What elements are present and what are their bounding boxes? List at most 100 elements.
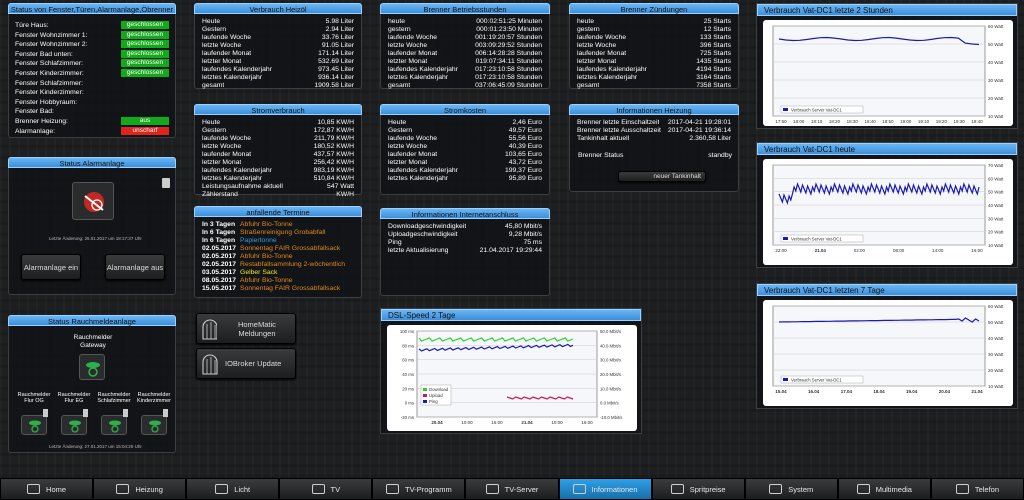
dsl-panel: DSL-Speed 2 Tage 100 ms 50.0 Mbit/s 80 ms 4… (380, 308, 642, 434)
ignitions-value: 396 Starts (700, 42, 731, 49)
oil-value: 33.76 Liter (321, 34, 354, 41)
event-row: 02.05.2017 Restabfallsammlung 2-wöchentli… (202, 261, 354, 269)
heating-label: Tankinhalt aktuell (577, 135, 630, 142)
y-tick-label: 20 Watt (988, 368, 1004, 373)
hours-label: letzter Monat (388, 58, 428, 65)
heating-row: Brenner letzte Einschaltzeit 2017-04-21 1… (577, 119, 731, 127)
nav-tab-tv-programm[interactable]: TV-Programm (372, 478, 466, 500)
ignitions-label: letzter Monat (577, 58, 617, 65)
hours-value: 000:01:23:50 Minuten (476, 26, 542, 33)
nav-tab-heizung[interactable]: Heizung (93, 478, 187, 500)
oil-label: gesamt (202, 82, 225, 89)
nav-icon (572, 484, 586, 494)
status-label: Türe Haus: (15, 22, 49, 29)
x-tick-label: 18:50 (882, 119, 894, 124)
nav-tab-tv[interactable]: TV (279, 478, 373, 500)
hours-row: letzte Woche 003:09:29:52 Stunden (388, 42, 542, 50)
event-row: 02.05.2017 Sonnentag FAIR Grossabfallsack (202, 245, 354, 253)
alarm-icon[interactable] (72, 182, 114, 220)
dome-icon (202, 353, 218, 375)
cost-row: Gestern 49,57 Euro (388, 127, 542, 135)
legend-swatch (783, 237, 788, 240)
y-tick-label: 30 Watt (988, 352, 1004, 357)
power-row: Zählerstand KW/H (202, 191, 354, 199)
smoke-sensor-label: Rauchmelder Kinderzimmer (137, 392, 171, 404)
vat2-title: Verbrauch Vat-DC1 heute (757, 143, 1017, 155)
hours-value: 017:23:10:58 Stunden (475, 74, 542, 81)
status-row: Fenster Schlafzimmer: geschlossen (15, 59, 169, 69)
cost-value: 199,37 Euro (504, 167, 542, 174)
cost-title: Stromkosten (380, 104, 550, 115)
event-text: Sonnentag FAIR Grossabfallsack (240, 245, 341, 252)
alarm-on-button[interactable]: Alarmanlage ein (21, 254, 81, 280)
x-tick-label: 18:30 (847, 119, 859, 124)
y-tick-label: 30 Watt (988, 216, 1004, 221)
oil-panel: Verbrauch Heizöl Heute 5.98 Liter Gestern 2… (194, 3, 362, 89)
vat1-panel: Verbrauch Vat-DC1 letzte 2 Stunden 60 Wa… (756, 3, 1018, 129)
nav-tab-telefon[interactable]: Telefon (930, 478, 1024, 500)
hours-value: 003:09:29:52 Stunden (475, 42, 542, 49)
nav-tab-multimedia[interactable]: Multimedia (837, 478, 931, 500)
internet-panel: Informationen Internetanschluss Download… (380, 208, 550, 296)
nav-tab-tv-server[interactable]: TV-Server (465, 478, 559, 500)
hours-label: laufender Monat (388, 50, 438, 57)
smoke-sensor-icon[interactable] (61, 415, 87, 435)
smoke-sensor-icon[interactable] (101, 415, 127, 435)
hours-label: gesamt (388, 82, 411, 89)
nav-icon (670, 484, 684, 494)
status-badge: geschlossen (121, 30, 169, 39)
event-date: 02.05.2017 (202, 261, 237, 268)
smoke-sensor-label: Rauchmelder Flur EG (57, 392, 91, 404)
y-tick-label: 0 ms (405, 401, 414, 406)
nav-tab-system[interactable]: System (744, 478, 838, 500)
alarm-off-button[interactable]: Alarmanlage aus (105, 254, 165, 280)
power-panel: Stromverbrauch Heute 10,85 KW/H Gestern 172… (194, 104, 362, 198)
event-text: Gelber Sack (240, 269, 278, 276)
smoke-gateway-label: Rauchmelder Gateway (73, 334, 113, 349)
ignitions-title: Brenner Zündungen (569, 3, 739, 14)
nav-tab-informationen[interactable]: Informationen (558, 478, 652, 500)
vat3-panel: Verbrauch Vat-DC1 letzten 7 Tage 60 Watt… (756, 283, 1018, 409)
hours-label: laufende Woche (388, 34, 437, 41)
y-tick-label: 50 Watt (988, 42, 1004, 47)
cost-row: laufender Monat 103,65 Euro (388, 151, 542, 159)
y-tick-label: 80 ms (402, 343, 414, 348)
link-button[interactable]: IOBroker Update (196, 348, 296, 379)
heating-status-value: standby (708, 152, 732, 159)
event-date: 08.05.2017 (202, 277, 237, 284)
y-tick-label: 50.0 Mbit/s (600, 329, 621, 334)
legend-label: Verbrauch Server Vat-DC1 (791, 108, 842, 113)
status-row: Fenster Wohnzimmer 2: geschlossen (15, 40, 169, 50)
smoke-sensor-icon[interactable] (21, 415, 47, 435)
link-button[interactable]: HomeMatic Meldungen (196, 313, 296, 344)
oil-label: laufende Woche (202, 34, 251, 41)
nav-tab-spritpreise[interactable]: Spritpreise (651, 478, 745, 500)
nav-label: System (788, 484, 814, 494)
heating-label: Brenner letzte Einschaltzeit (577, 119, 660, 126)
smoke-sensor-icon[interactable] (141, 415, 167, 435)
y-tick-label: 50 Watt (988, 190, 1004, 195)
nav-tab-home[interactable]: Home (0, 478, 94, 500)
new-tank-button[interactable]: neuer Tankinhalt (618, 171, 706, 182)
power-row: Leistungsaufnahme aktuell 547 Watt (202, 183, 354, 191)
ignitions-value: 133 Starts (700, 34, 731, 41)
oil-value: 91.05 Liter (321, 42, 354, 49)
cost-label: Gestern (388, 127, 413, 134)
cost-row: laufende Woche 55,56 Euro (388, 135, 542, 143)
nav-tab-licht[interactable]: Licht (186, 478, 280, 500)
alarm-mini-icon[interactable] (162, 178, 170, 188)
power-row: Heute 10,85 KW/H (202, 119, 354, 127)
heating-status-row: Brenner Status standby (578, 152, 732, 160)
y-tick-label: 0.0 Mbit/s (600, 401, 619, 406)
nav-label: TV (330, 484, 341, 494)
x-tick-label: 21.04 (971, 389, 983, 394)
status-badge (121, 107, 169, 115)
hours-row: heute 000:02:51:25 Minuten (388, 18, 542, 26)
legend-label: Verbrauch Server Vat-DC1 (791, 378, 842, 383)
oil-value: 1909.58 Liter (314, 82, 354, 89)
smoke-gateway-icon[interactable] (79, 354, 105, 380)
event-text: Abfuhr Bio-Tonne (240, 221, 293, 228)
cost-row: Heute 2,46 Euro (388, 119, 542, 127)
y-tick-label: 10 Watt (988, 384, 1004, 389)
power-value: 180,52 KW/H (313, 143, 354, 150)
